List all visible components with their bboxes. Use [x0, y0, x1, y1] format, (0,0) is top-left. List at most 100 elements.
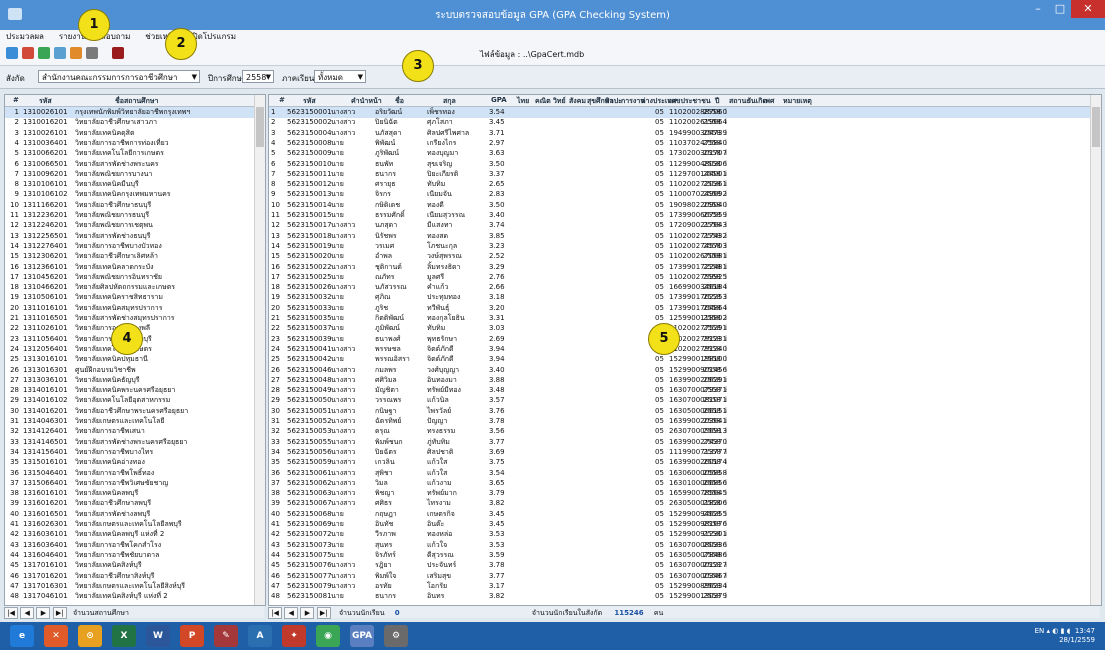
- student-grid-header: # รหัส คำนำหน้า ชื่อ สกุล GPA ไทย คณิต วิทย์ สังค…: [269, 95, 1101, 107]
- school-code: 1317046101: [23, 592, 68, 601]
- term-label: ภาคเรียน: [282, 74, 315, 83]
- filter-bar: สังกัด สำนักงานคณะกรรมการการอาชีวศึกษา ▼…: [0, 66, 1105, 89]
- close-button[interactable]: ✕: [1071, 0, 1105, 18]
- col-header[interactable]: รหัส: [303, 96, 316, 107]
- col-index[interactable]: #: [13, 96, 19, 104]
- col-header[interactable]: เลขประชาชน: [669, 96, 711, 107]
- callout-4: 4: [111, 323, 143, 355]
- year-label: ปีการศึกษา: [208, 74, 247, 83]
- window-controls: – □ ✕: [1027, 0, 1105, 20]
- gpa-app-icon[interactable]: GPA: [350, 625, 374, 647]
- print-icon[interactable]: [86, 47, 98, 59]
- row-index: 48: [271, 592, 280, 601]
- term-code: 05: [655, 592, 664, 601]
- gpa: 3.82: [489, 592, 505, 601]
- student-count-value: 0: [394, 609, 400, 617]
- open-icon[interactable]: [6, 47, 18, 59]
- first-record-icon[interactable]: |◀: [268, 607, 282, 619]
- word-icon[interactable]: W: [146, 625, 170, 647]
- scrollbar-thumb[interactable]: [1092, 107, 1100, 147]
- excel-icon[interactable]: X: [112, 625, 136, 647]
- table-row[interactable]: 48 5623150081 นาย ธนากร อินทร 3.82 15299001303…: [269, 591, 1101, 602]
- chevron-down-icon: ▼: [357, 73, 363, 81]
- first-record-icon[interactable]: |◀: [4, 607, 18, 619]
- year-select[interactable]: 2558 ▼: [242, 70, 274, 83]
- col-header[interactable]: ชื่อ: [395, 96, 404, 107]
- last-record-icon[interactable]: ▶|: [316, 607, 331, 619]
- clock-time[interactable]: 13:47: [1075, 627, 1095, 635]
- col-header[interactable]: ไทย: [517, 96, 529, 107]
- col-header[interactable]: หมายเหตุ: [783, 96, 812, 107]
- student-nav-bar: |◀ ◀ ▶ ▶| จำนวนนักเรียน 0 จำนวนนักเรียนใ…: [268, 606, 1100, 619]
- school-grid-header: # รหัส ชื่อสถานศึกษา: [5, 95, 265, 107]
- prev-record-icon[interactable]: ◀: [20, 607, 35, 619]
- school-grid-scrollbar[interactable]: [254, 95, 265, 605]
- taskbar: e ✕ ⊙ X W P ✎ A ✦ ◉ GPA ⚙ EN ▴ ◐ ▮ ◖ 13:47 28/1/255…: [0, 622, 1105, 650]
- student-id: 5623150081: [287, 592, 332, 601]
- window-title: ระบบตรวจสอบข้อมูล GPA (GPA Checking Syst…: [435, 10, 670, 21]
- settings-icon[interactable]: ⚙: [384, 625, 408, 647]
- powerpoint-icon[interactable]: P: [180, 625, 204, 647]
- student-grid-scrollbar[interactable]: [1090, 95, 1101, 605]
- next-record-icon[interactable]: ▶: [36, 607, 51, 619]
- scrollbar-thumb[interactable]: [256, 107, 264, 147]
- col-header[interactable]: #: [279, 96, 285, 104]
- col-header[interactable]: สกุล: [443, 96, 456, 107]
- col-school-code[interactable]: รหัส: [39, 96, 52, 107]
- last-name: อินทร: [427, 592, 445, 601]
- col-header[interactable]: เพศ: [763, 96, 774, 107]
- school-label: สังกัด: [6, 74, 25, 83]
- school-select-value: สำนักงานคณะกรรมการการอาชีวศึกษา: [42, 73, 178, 82]
- col-header[interactable]: สังคม: [569, 96, 586, 107]
- school-select[interactable]: สำนักงานคณะกรรมการการอาชีวศึกษา ▼: [38, 70, 200, 83]
- col-header[interactable]: คณิต: [535, 96, 551, 107]
- import-icon[interactable]: [38, 47, 50, 59]
- prefix: นาย: [331, 592, 344, 601]
- callout-1: 1: [78, 9, 110, 41]
- col-school-name[interactable]: ชื่อสถานศึกษา: [115, 96, 158, 107]
- student-grid[interactable]: # รหัส คำนำหน้า ชื่อ สกุล GPA ไทย คณิต วิทย์ สังค…: [268, 94, 1102, 606]
- col-header[interactable]: GPA: [491, 96, 507, 104]
- callout-3: 3: [402, 50, 434, 82]
- col-header[interactable]: ปี: [715, 96, 719, 107]
- clock-date[interactable]: 28/1/2559: [1035, 636, 1095, 645]
- chevron-down-icon: ▼: [265, 73, 271, 81]
- ie-icon[interactable]: e: [10, 625, 34, 647]
- chrome-icon[interactable]: ⊙: [78, 625, 102, 647]
- col-header[interactable]: ศิลปะ: [605, 96, 622, 107]
- status-flag: i: [725, 592, 727, 601]
- chevron-down-icon: ▼: [191, 73, 197, 81]
- access-icon[interactable]: A: [248, 625, 272, 647]
- paint-icon[interactable]: ✎: [214, 625, 238, 647]
- table-row[interactable]: 48 1317046101 วิทยาลัยเทคนิคสิงห์บุรี แห่ง…: [5, 591, 265, 602]
- database-path: ไฟล์ข้อมูล : ..\GpaCert.mdb: [480, 50, 585, 59]
- last-record-icon[interactable]: ▶|: [52, 607, 67, 619]
- menu-process[interactable]: ประมวลผล: [0, 30, 50, 43]
- check-icon[interactable]: [54, 47, 66, 59]
- maximize-button[interactable]: □: [1049, 0, 1071, 18]
- exit-icon[interactable]: [112, 47, 124, 59]
- col-header[interactable]: คำนำหน้า: [351, 96, 382, 107]
- school-name: วิทยาลัยเทคนิคสิงห์บุรี แห่งที่ 2: [75, 592, 168, 601]
- line-icon[interactable]: ◉: [316, 625, 340, 647]
- system-tray: EN ▴ ◐ ▮ ◖ 13:47 28/1/2559: [1034, 627, 1095, 645]
- school-nav-bar: |◀ ◀ ▶ ▶| จำนวนสถานศึกษา: [4, 606, 264, 619]
- app-icon[interactable]: ✦: [282, 625, 306, 647]
- school-count-label: จำนวนสถานศึกษา: [72, 609, 129, 617]
- col-header[interactable]: วิทย์: [553, 96, 566, 107]
- callout-5: 5: [648, 323, 680, 355]
- minimize-button[interactable]: –: [1027, 0, 1049, 18]
- year-select-value: 2558: [246, 73, 267, 82]
- year: 2558: [703, 592, 721, 601]
- export-icon[interactable]: [70, 47, 82, 59]
- first-name: ธนากร: [375, 592, 396, 601]
- term-select[interactable]: ทั้งหมด ▼: [314, 70, 366, 83]
- language-indicator[interactable]: EN: [1035, 627, 1045, 635]
- next-record-icon[interactable]: ▶: [300, 607, 315, 619]
- row-index: 48: [10, 592, 19, 601]
- title-bar: ระบบตรวจสอบข้อมูล GPA (GPA Checking Syst…: [0, 0, 1105, 30]
- process-icon[interactable]: [22, 47, 34, 59]
- prev-record-icon[interactable]: ◀: [284, 607, 299, 619]
- explorer-icon[interactable]: ✕: [44, 625, 68, 647]
- total-students-unit: คน: [653, 609, 664, 617]
